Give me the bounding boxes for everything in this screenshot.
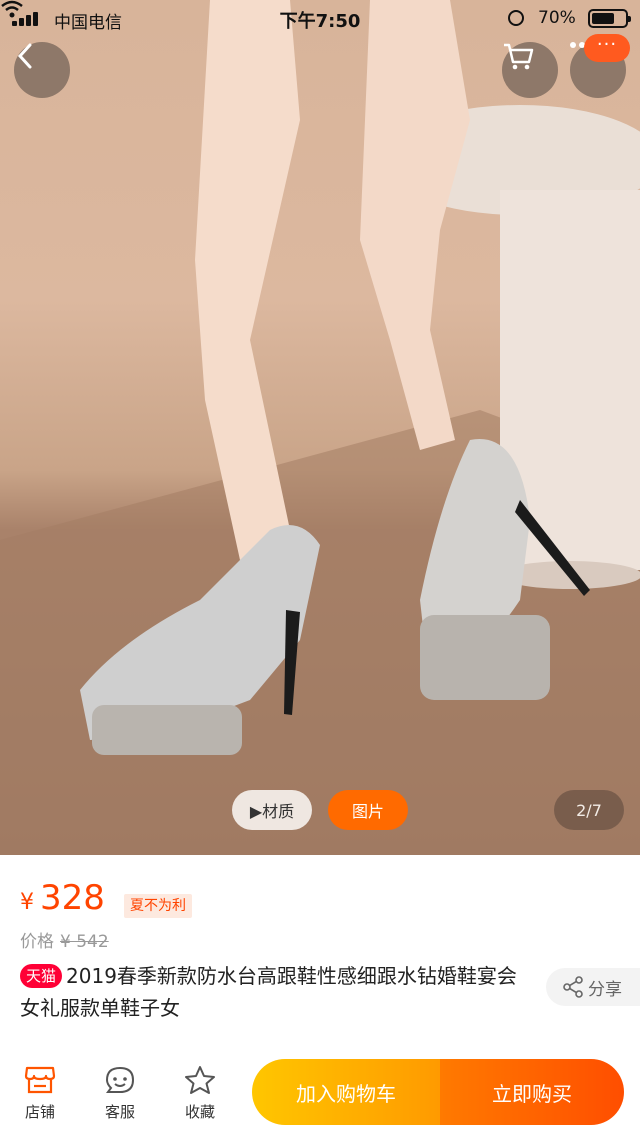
original-price: ¥ 542 xyxy=(60,932,109,952)
share-button[interactable]: 分享 xyxy=(546,968,640,1006)
status-bar: 中国电信 下午7:50 70% xyxy=(0,0,640,36)
shop-icon xyxy=(24,1066,56,1094)
buy-now-button[interactable]: 立即购买 xyxy=(440,1059,624,1125)
shop-label: 店铺 xyxy=(24,1103,55,1121)
share-label: 分享 xyxy=(588,979,622,1000)
product-title: 天猫 2019春季新款防水台高跟鞋性感细跟水钻婚鞋宴会女礼服款单鞋子女 xyxy=(20,960,530,1024)
customer-service-label: 客服 xyxy=(104,1103,135,1121)
battery-icon xyxy=(588,9,631,28)
photo-tab[interactable]: 图片 xyxy=(328,790,408,830)
current-price: 328 xyxy=(40,878,105,918)
material-tab[interactable]: ▶材质 xyxy=(232,790,312,830)
chevron-left-icon xyxy=(17,43,32,69)
favorite-button[interactable]: 收藏 xyxy=(170,1063,230,1122)
price-row: ¥ 328 xyxy=(20,878,105,922)
shop-button[interactable]: 店铺 xyxy=(10,1063,70,1122)
rotation-lock-icon xyxy=(508,10,524,26)
battery-percent: 70% xyxy=(538,8,576,28)
customer-service-icon xyxy=(105,1066,135,1093)
cart-icon xyxy=(504,43,534,70)
bottom-action-bar: 店铺 客服 收藏 加入购物车 立即购买 xyxy=(0,1055,640,1139)
customer-service-button[interactable]: 客服 xyxy=(90,1063,150,1122)
star-icon xyxy=(185,1066,215,1094)
share-icon xyxy=(563,976,583,998)
product-title-text: 2019春季新款防水台高跟鞋性感细跟水钻婚鞋宴会女礼服款单鞋子女 xyxy=(20,964,517,1020)
original-price-label: 价格 xyxy=(20,932,54,952)
back-button[interactable] xyxy=(14,42,70,98)
promo-tag: 夏不为利 xyxy=(124,894,192,918)
image-pager: 2/7 xyxy=(554,790,624,830)
more-badge: ··· xyxy=(584,34,630,62)
original-price-row: 价格 ¥ 542 xyxy=(20,927,109,952)
currency-symbol: ¥ xyxy=(20,890,34,915)
tmall-badge: 天猫 xyxy=(20,964,63,988)
product-image-gallery[interactable]: 中国电信 下午7:50 70% ··· ▶材质 图片 2/7 xyxy=(0,0,640,855)
cart-button[interactable] xyxy=(502,42,558,98)
product-photo xyxy=(0,0,640,855)
add-to-cart-button[interactable]: 加入购物车 xyxy=(252,1059,440,1125)
favorite-label: 收藏 xyxy=(184,1103,215,1121)
